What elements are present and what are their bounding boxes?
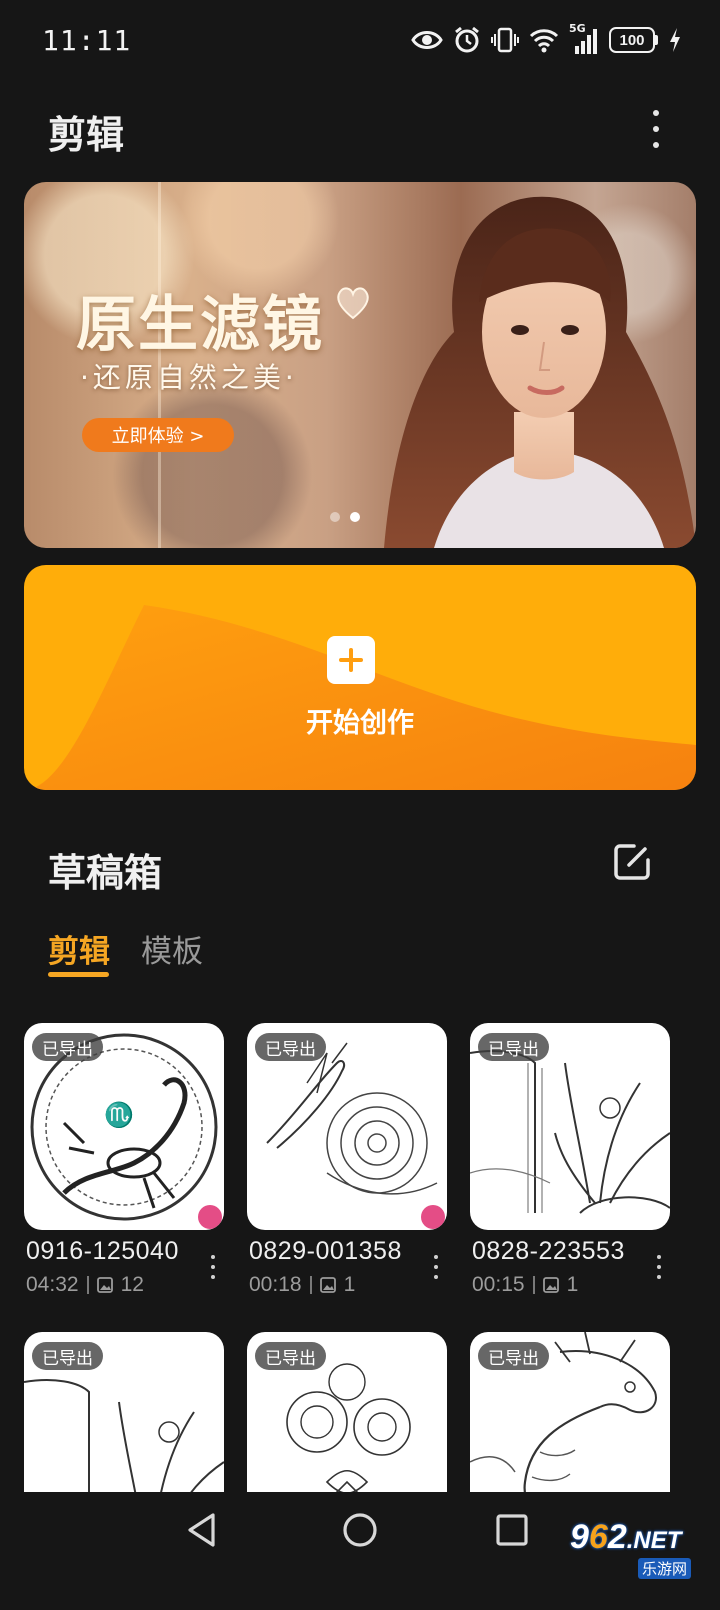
vibrate-icon [491, 27, 519, 53]
draft-meta: 00:15 1 [472, 1273, 578, 1297]
heart-icon [337, 287, 369, 320]
draft-more-button[interactable] [654, 1255, 664, 1279]
draft-item[interactable]: 已导出 0828-223553 00:15 1 [470, 1023, 670, 1296]
draft-thumbnail[interactable]: ♏ 已导出 [24, 1023, 224, 1230]
draft-meta: 04:32 12 [26, 1273, 144, 1297]
draft-more-button[interactable] [431, 1255, 441, 1279]
exported-badge: 已导出 [478, 1033, 549, 1061]
wifi-icon [529, 29, 559, 53]
tab-template[interactable]: 模板 [141, 926, 203, 971]
more-options-button[interactable] [636, 106, 676, 152]
start-creating-label: 开始创作 [306, 708, 414, 739]
battery-level: 100 [609, 27, 655, 53]
draft-duration: 00:15 [472, 1273, 525, 1296]
banner-heading: 原生滤镜 [76, 290, 324, 360]
draft-asset-count: 1 [566, 1273, 579, 1296]
exported-badge: 已导出 [255, 1342, 326, 1370]
edit-icon[interactable] [612, 842, 652, 882]
draft-name: 0916-125040 [26, 1237, 179, 1265]
draft-thumbnail[interactable]: 已导出 [247, 1023, 447, 1230]
draft-name: 0829-001358 [249, 1237, 402, 1265]
draft-meta: 00:18 1 [249, 1273, 355, 1297]
site-watermark-logo: 962.NET 乐游网 [566, 1518, 716, 1584]
start-creating-card[interactable]: 开始创作 [24, 565, 696, 790]
try-now-button[interactable]: 立即体验 > [82, 418, 234, 452]
signal-icon: 5G [569, 22, 599, 54]
banner-portrait-image [384, 196, 696, 548]
pagination-dot[interactable] [330, 512, 340, 522]
status-icons: 5G 100 [411, 22, 682, 54]
draft-duration: 00:18 [249, 1273, 302, 1296]
draft-thumbnail[interactable]: 已导出 [470, 1023, 670, 1230]
back-icon[interactable] [186, 1512, 218, 1548]
draft-duration: 04:32 [26, 1273, 79, 1296]
add-icon [327, 636, 375, 684]
eye-icon [411, 31, 443, 49]
tab-edit[interactable]: 剪辑 [48, 926, 110, 971]
more-dot-icon [653, 142, 659, 148]
draft-more-button[interactable] [208, 1255, 218, 1279]
status-time: 11:11 [42, 24, 132, 57]
image-icon [319, 1277, 336, 1293]
page-title: 剪辑 [48, 113, 125, 157]
banner-pagination[interactable] [330, 512, 360, 522]
home-icon[interactable] [342, 1512, 378, 1548]
more-dot-icon [653, 110, 659, 116]
exported-badge: 已导出 [32, 1033, 103, 1061]
banner-subheading: ·还原自然之美· [80, 361, 298, 394]
drafts-title: 草稿箱 [48, 851, 163, 895]
charging-icon [670, 28, 680, 52]
exported-badge: 已导出 [478, 1342, 549, 1370]
recent-apps-icon[interactable] [496, 1514, 528, 1546]
image-icon [96, 1277, 113, 1293]
draft-asset-count: 1 [343, 1273, 356, 1296]
pagination-dot-active[interactable] [350, 512, 360, 522]
meta-divider [86, 1276, 89, 1294]
meta-divider [309, 1276, 312, 1294]
promo-banner[interactable]: 原生滤镜 ·还原自然之美· 立即体验 > [24, 182, 696, 548]
more-dot-icon [653, 126, 659, 132]
status-bar: 11:11 5G 100 [0, 0, 720, 84]
watermark-sub: 乐游网 [638, 1558, 692, 1579]
meta-divider [532, 1276, 535, 1294]
exported-badge: 已导出 [255, 1033, 326, 1061]
draft-item[interactable]: ♏ 已导出 0916-125040 04:32 12 [24, 1023, 224, 1296]
draft-name: 0828-223553 [472, 1237, 625, 1265]
svg-text:♏: ♏ [104, 1101, 134, 1129]
draft-asset-count: 12 [120, 1273, 144, 1296]
image-icon [542, 1277, 559, 1293]
watermark-brand: 962.NET [570, 1518, 682, 1556]
active-tab-indicator [48, 972, 109, 977]
exported-badge: 已导出 [32, 1342, 103, 1370]
alarm-icon [455, 26, 479, 53]
battery-icon: 100 [609, 27, 658, 53]
draft-item[interactable]: 已导出 0829-001358 00:18 1 [247, 1023, 447, 1296]
